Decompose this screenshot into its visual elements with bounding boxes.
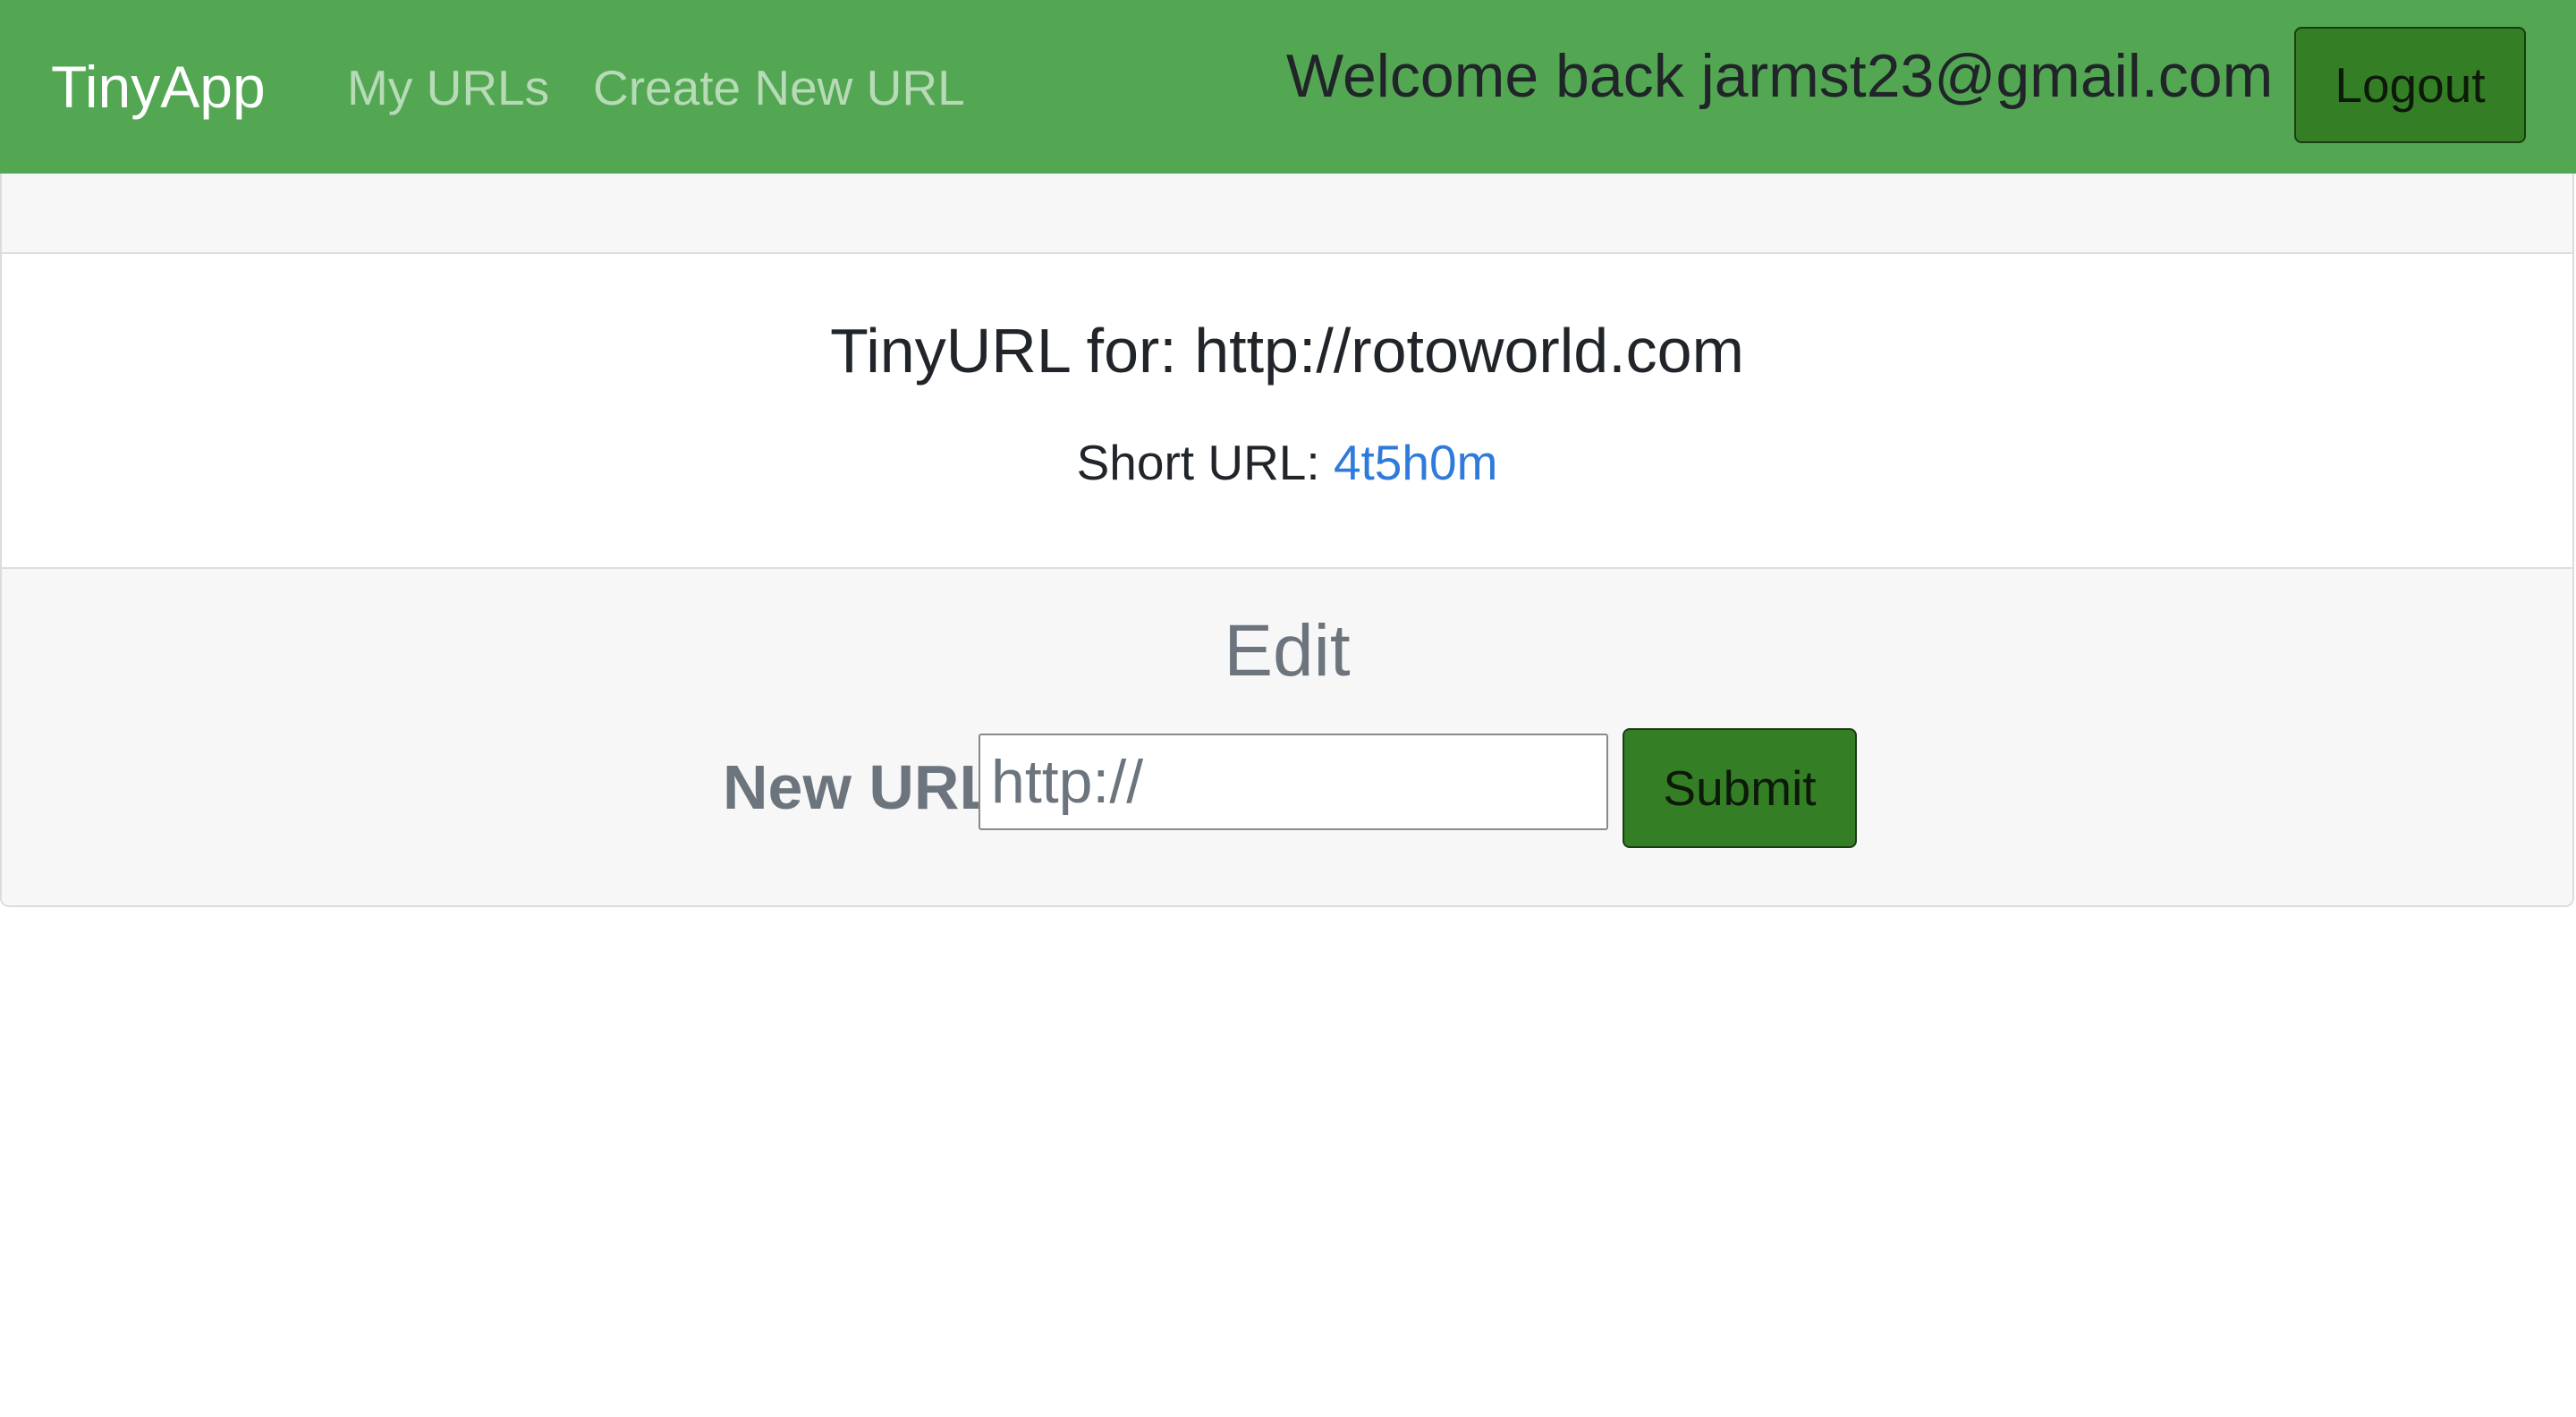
edit-section: Edit New URL Submit: [2, 567, 2572, 905]
submit-button[interactable]: Submit: [1623, 728, 1857, 848]
card-title: TinyURL for: http://rotoworld.com: [830, 316, 1744, 386]
brand-link[interactable]: TinyApp: [51, 51, 266, 123]
card-header: [2, 174, 2572, 254]
new-url-input[interactable]: [979, 734, 1608, 830]
page: TinyApp My URLs Create New URL Welcome b…: [0, 0, 2576, 1417]
navbar: TinyApp My URLs Create New URL Welcome b…: [0, 0, 2576, 174]
logout-button[interactable]: Logout: [2294, 27, 2526, 143]
nav-link-create-new-url[interactable]: Create New URL: [593, 58, 965, 117]
edit-form: New URL Submit: [2, 723, 2572, 848]
url-card: TinyURL for: http://rotoworld.com Short …: [0, 174, 2574, 907]
welcome-message: Welcome back jarmst23@gmail.com: [1286, 42, 2274, 110]
short-url-label: Short URL:: [1076, 435, 1334, 490]
short-url-line: Short URL: 4t5h0m: [2, 433, 2572, 492]
nav-link-my-urls[interactable]: My URLs: [347, 58, 549, 117]
short-url-link[interactable]: 4t5h0m: [1334, 435, 1497, 490]
card-body: TinyURL for: http://rotoworld.com Short …: [2, 254, 2572, 567]
new-url-label: New URL: [723, 752, 998, 822]
edit-heading: Edit: [1224, 610, 1351, 692]
